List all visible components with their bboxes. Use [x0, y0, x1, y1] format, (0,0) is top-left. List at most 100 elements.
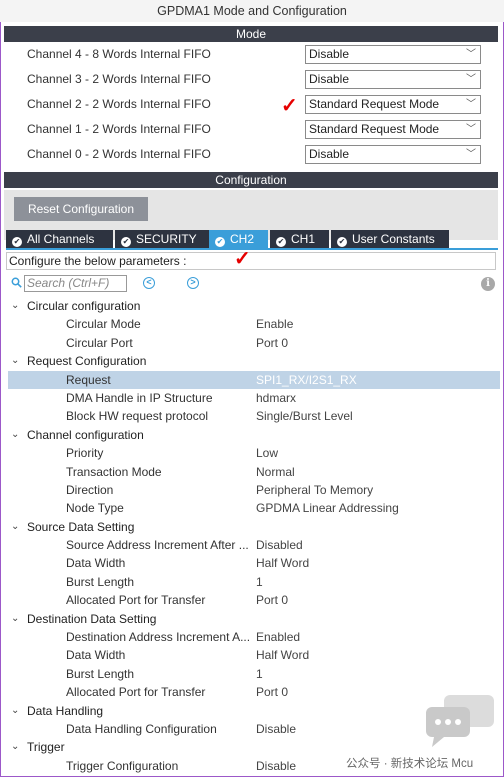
parameter-value[interactable]: Single/Burst Level: [256, 407, 353, 425]
parameter-row[interactable]: Block HW request protocol Single/Burst Le…: [0, 407, 504, 425]
tree-group[interactable]: ⌄ Channel configuration: [0, 426, 504, 444]
parameter-value[interactable]: Low: [256, 444, 278, 462]
parameter-value[interactable]: Port 0: [256, 683, 288, 701]
parameter-row[interactable]: Circular Mode Enable: [0, 315, 504, 333]
chevron-down-icon: ﹀: [466, 124, 476, 135]
parameter-value[interactable]: Enabled: [256, 628, 300, 646]
channel-label: Channel 2 - 2 Words Internal FIFO: [27, 97, 211, 111]
configuration-header: Configuration: [4, 172, 498, 188]
parameter-value[interactable]: Port 0: [256, 334, 288, 352]
tree-group[interactable]: ⌄ Request Configuration: [0, 352, 504, 370]
parameter-row[interactable]: Priority Low: [0, 444, 504, 462]
tree-group[interactable]: ⌄ Destination Data Setting: [0, 610, 504, 628]
channel-row: Channel 3 - 2 Words Internal FIFO Disable…: [0, 68, 504, 92]
search-input[interactable]: Search (Ctrl+F): [24, 275, 127, 292]
parameter-name: Block HW request protocol: [66, 409, 209, 424]
reset-configuration-button[interactable]: Reset Configuration: [14, 197, 148, 221]
parameter-value[interactable]: Half Word: [256, 554, 309, 572]
parameter-row[interactable]: Request SPI1_RX/I2S1_RX: [0, 370, 504, 389]
tab-label: All Channels: [27, 232, 95, 246]
parameter-row[interactable]: Data Width Half Word: [0, 646, 504, 664]
parameter-row[interactable]: Data Width Half Word: [0, 554, 504, 572]
check-circle-icon: ✔: [121, 237, 131, 247]
chevron-down-icon[interactable]: ⌄: [11, 702, 19, 720]
parameter-value[interactable]: Disable: [256, 757, 296, 775]
tree-group[interactable]: ⌄ Circular configuration: [0, 297, 504, 315]
chevron-down-icon: ﹀: [466, 74, 476, 85]
parameter-row[interactable]: Allocated Port for Transfer Port 0: [0, 591, 504, 609]
parameter-name: Transaction Mode: [66, 464, 162, 479]
parameter-value[interactable]: Port 0: [256, 591, 288, 609]
previous-match-button[interactable]: <: [143, 277, 155, 289]
parameter-value[interactable]: Normal: [256, 463, 295, 481]
parameter-name: Circular Mode: [66, 317, 141, 332]
parameter-name: Direction: [66, 482, 114, 497]
chevron-down-icon[interactable]: ⌄: [11, 297, 19, 315]
parameter-value[interactable]: Disable: [256, 720, 296, 738]
tab-ch1[interactable]: ✔ CH1: [270, 230, 329, 248]
channel-mode-select[interactable]: Disable ﹀: [305, 45, 481, 64]
mode-header: Mode: [4, 26, 498, 42]
parameter-row[interactable]: Circular Port Port 0: [0, 334, 504, 352]
tab-user-constants[interactable]: ✔ User Constants: [331, 230, 449, 248]
parameter-name: Request: [66, 372, 111, 387]
parameter-row[interactable]: DMA Handle in IP Structure hdmarx: [0, 389, 504, 407]
parameter-row[interactable]: Burst Length 1: [0, 665, 504, 683]
parameter-row[interactable]: Destination Address Increment A... Enable…: [0, 628, 504, 646]
parameter-name: Burst Length: [66, 574, 135, 589]
check-circle-icon: ✔: [276, 237, 286, 247]
chevron-down-icon: ﹀: [466, 149, 476, 160]
check-circle-icon: ✔: [215, 237, 225, 247]
parameter-value[interactable]: Disabled: [256, 536, 303, 554]
parameter-row[interactable]: Direction Peripheral To Memory: [0, 481, 504, 499]
channel-mode-select[interactable]: Standard Request Mode ﹀: [305, 95, 481, 114]
parameter-name: Destination Address Increment A...: [66, 630, 251, 645]
parameter-name: Burst Length: [66, 666, 135, 681]
parameter-value[interactable]: Half Word: [256, 646, 309, 664]
parameter-value[interactable]: Enable: [256, 315, 293, 333]
tree-group-label: Circular configuration: [27, 299, 141, 313]
parameter-row[interactable]: Burst Length 1: [0, 573, 504, 591]
parameter-value[interactable]: GPDMA Linear Addressing: [256, 499, 399, 517]
info-icon[interactable]: i: [481, 277, 495, 291]
channel-row: Channel 0 - 2 Words Internal FIFO Disable…: [0, 143, 504, 167]
tree-group-label: Channel configuration: [27, 427, 144, 442]
channel-label: Channel 0 - 2 Words Internal FIFO: [27, 147, 211, 161]
next-match-button[interactable]: >: [187, 277, 199, 289]
channel-mode-value: Standard Request Mode: [309, 97, 440, 111]
channel-mode-select[interactable]: Standard Request Mode ﹀: [305, 120, 481, 139]
tree-group[interactable]: ⌄ Source Data Setting: [0, 518, 504, 536]
tab-label: SECURITY: [136, 232, 197, 246]
tab-security[interactable]: ✔ SECURITY: [115, 230, 209, 248]
parameters-caption: Configure the below parameters :: [6, 252, 496, 270]
parameter-value[interactable]: SPI1_RX/I2S1_RX: [256, 371, 357, 389]
parameter-name: Circular Port: [66, 335, 133, 350]
parameter-value[interactable]: 1: [256, 665, 263, 683]
chevron-down-icon: ﹀: [466, 49, 476, 60]
chevron-down-icon[interactable]: ⌄: [11, 518, 19, 536]
channel-mode-value: Disable: [309, 147, 350, 161]
tree-group-label: Destination Data Setting: [27, 611, 157, 626]
chevron-down-icon[interactable]: ⌄: [11, 426, 19, 444]
watermark-text: 公众号 · 新技术论坛 Mcu: [346, 758, 474, 770]
parameter-name: Data Width: [66, 648, 126, 663]
chevron-down-icon[interactable]: ⌄: [11, 738, 19, 756]
parameter-name: Trigger Configuration: [66, 758, 179, 773]
tab-all-channels[interactable]: ✔ All Channels: [6, 230, 113, 248]
tree-group-label: Trigger: [27, 740, 65, 755]
tab-label: User Constants: [352, 232, 435, 246]
channel-mode-select[interactable]: Disable ﹀: [305, 145, 481, 164]
search-icon: [11, 277, 22, 288]
parameter-value[interactable]: hdmarx: [256, 389, 296, 407]
check-mark-annotation: ✓: [234, 248, 251, 270]
parameter-row[interactable]: Node Type GPDMA Linear Addressing: [0, 499, 504, 517]
parameter-value[interactable]: Peripheral To Memory: [256, 481, 373, 499]
parameter-row[interactable]: Source Address Increment After ... Disabl…: [0, 536, 504, 554]
parameter-name: Source Address Increment After ...: [66, 538, 249, 553]
channel-mode-select[interactable]: Disable ﹀: [305, 70, 481, 89]
check-mark-annotation: ✓: [281, 95, 298, 117]
chevron-down-icon[interactable]: ⌄: [11, 610, 19, 628]
parameter-value[interactable]: 1: [256, 573, 263, 591]
chevron-down-icon[interactable]: ⌄: [11, 352, 19, 370]
parameter-row[interactable]: Transaction Mode Normal: [0, 463, 504, 481]
